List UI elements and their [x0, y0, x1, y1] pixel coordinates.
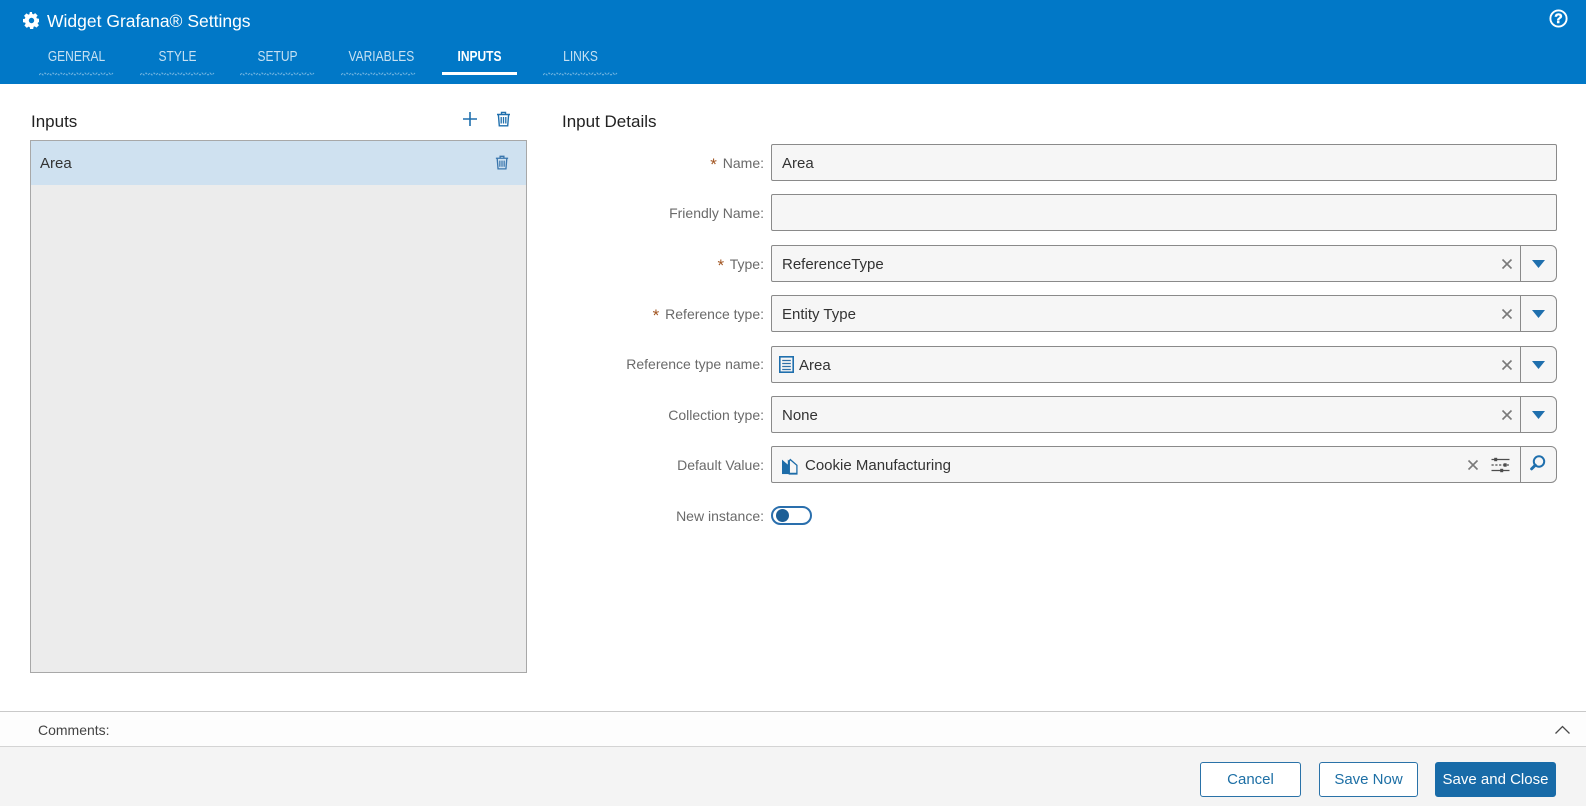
svg-text:?: ?	[1554, 11, 1562, 26]
